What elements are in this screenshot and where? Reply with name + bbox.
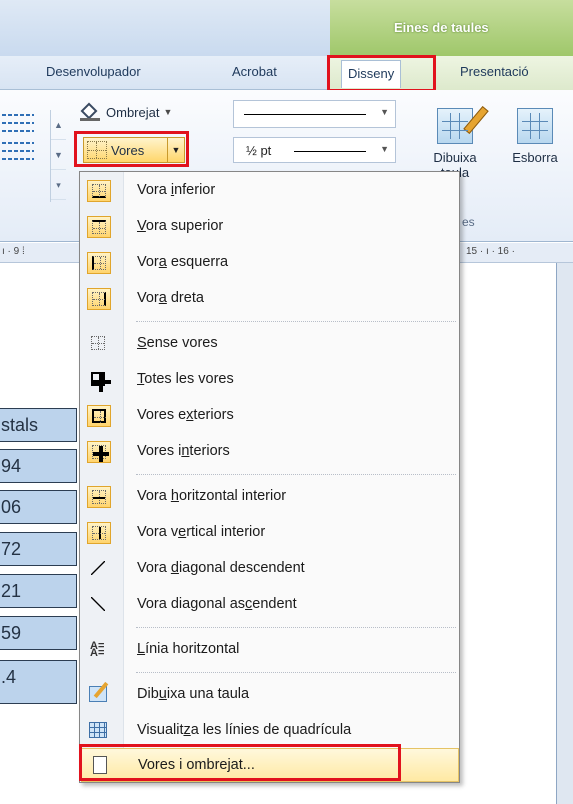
style-gallery-scroll[interactable]: ▲ ▼ ▾ [50,110,66,202]
tab-layout[interactable]: Presentació [460,64,529,79]
menu-item-bottom-border[interactable]: Vora inferior [81,174,459,208]
menu-item-label: Vora dreta [137,290,204,306]
menu-item-draw-table[interactable]: Dibuixa una taula [81,678,459,712]
draw-table-icon [437,105,489,144]
menu-item-label: Vora inferior [137,182,216,198]
borders-menu: Vora inferior Vora superior Vora esquerr… [79,171,460,783]
menu-item-no-border[interactable]: Sense vores [81,327,459,361]
shading-label: Ombrejat [106,104,160,120]
menu-item-label: Sense vores [137,335,218,351]
menu-item-label: Vora vertical interior [137,524,266,540]
menu-item-label: Vora superior [137,218,224,234]
menu-item-view-gridlines[interactable]: Visualitza les línies de quadrícula [81,714,459,748]
group-label-fragment: es [462,215,475,229]
table-cell[interactable]: 59 [0,616,77,650]
line-weight-sample [294,151,366,152]
menu-item-label: Dibuixa una taula [137,686,250,702]
border-top-icon [87,216,111,238]
inside-borders-icon [87,441,111,463]
diagonal-down-border-icon [87,558,111,580]
borders-button[interactable]: Vores ▼ [83,137,185,163]
draw-table-button[interactable]: Dibuixa taula [425,105,489,180]
chevron-down-icon: ▼ [380,107,389,117]
draw-table-icon [87,684,111,706]
shading-button[interactable]: Ombrejat ▼ [80,101,172,123]
ruler-ticks-right: 15 · ı · 16 · [466,246,515,257]
all-borders-icon [87,369,111,392]
border-left-icon [87,252,111,274]
menu-item-left-border[interactable]: Vora esquerra [81,246,459,280]
table-cell[interactable]: .4 [0,660,77,704]
menu-item-label: Vores i ombrejat... [138,757,255,773]
scroll-down-icon[interactable]: ▼ [51,140,66,170]
tab-developer[interactable]: Desenvolupador [46,64,141,79]
diagonal-up-border-icon [87,594,111,616]
eraser-label: Esborra [512,150,558,165]
eraser-icon [517,108,553,144]
menu-item-label: Visualitza les línies de quadrícula [137,722,352,738]
menu-item-label: Vora horitzontal interior [137,488,287,504]
table-cell[interactable]: 21 [0,574,77,608]
eraser-button[interactable]: Esborra [505,108,565,165]
menu-item-label: Vores exteriors [137,407,234,423]
menu-item-right-border[interactable]: Vora dreta [81,282,459,316]
menu-item-top-border[interactable]: Vora superior [81,210,459,244]
pen-style-select[interactable]: ▼ [233,100,396,128]
borders-icon [87,141,107,159]
menu-item-label: Línia horitzontal [137,641,240,657]
menu-item-diagonal-up[interactable]: Vora diagonal ascendent [81,588,459,622]
menu-separator [136,672,456,673]
view-gridlines-icon [87,720,111,742]
draw-table-label-1: Dibuixa [433,150,477,165]
chevron-down-icon: ▼ [163,107,173,117]
menu-item-borders-and-shading[interactable]: Vores i ombrejat... [81,748,459,782]
menu-separator [136,474,456,475]
menu-item-label: Totes les vores [137,371,234,387]
paint-bucket-icon [80,102,102,121]
borders-and-shading-icon [88,755,112,777]
no-border-icon [87,333,111,355]
chevron-down-icon: ▼ [380,144,389,154]
inside-horizontal-border-icon [87,486,111,508]
menu-separator [136,321,456,322]
table-style-preview[interactable] [0,112,40,184]
menu-item-inside-vertical[interactable]: Vora vertical interior [81,516,459,550]
menu-item-label: Vores interiors [137,443,230,459]
table-cell[interactable]: 94 [0,449,77,483]
menu-item-horizontal-line[interactable]: A= A= Línia horitzontal [81,633,459,667]
menu-item-inside-borders[interactable]: Vores interiors [81,435,459,469]
borders-label: Vores [111,142,145,158]
tab-design[interactable]: Disseny [341,60,402,88]
menu-separator [136,627,456,628]
border-bottom-icon [87,180,111,202]
line-style-sample [244,114,366,115]
menu-item-inside-horizontal[interactable]: Vora horitzontal interior [81,480,459,514]
menu-item-diagonal-down[interactable]: Vora diagonal descendent [81,552,459,586]
scroll-up-icon[interactable]: ▲ [51,110,66,140]
inside-vertical-border-icon [87,522,111,544]
horizontal-line-icon: A= A= [90,640,105,659]
outside-borders-icon [87,405,111,427]
table-cell[interactable]: 06 [0,490,77,524]
ruler-ticks-left: ı · 9 ⁞ [2,246,25,257]
menu-item-label: Vora esquerra [137,254,229,270]
menu-item-all-borders[interactable]: Totes les vores [81,363,459,397]
menu-item-outside-borders[interactable]: Vores exteriors [81,399,459,433]
table-cell[interactable]: 72 [0,532,77,566]
tab-acrobat[interactable]: Acrobat [232,64,277,79]
pen-weight-select[interactable]: ½ pt ▼ [233,137,396,163]
chevron-down-icon[interactable]: ▼ [167,138,184,162]
table-cell[interactable]: stals [0,408,77,442]
menu-item-label: Vora diagonal ascendent [137,596,297,612]
table-tools-title: Eines de taules [394,20,489,35]
menu-item-label: Vora diagonal descendent [137,560,305,576]
gallery-more-icon[interactable]: ▾ [51,170,66,200]
border-right-icon [87,288,111,310]
pen-weight-value: ½ pt [246,143,272,158]
